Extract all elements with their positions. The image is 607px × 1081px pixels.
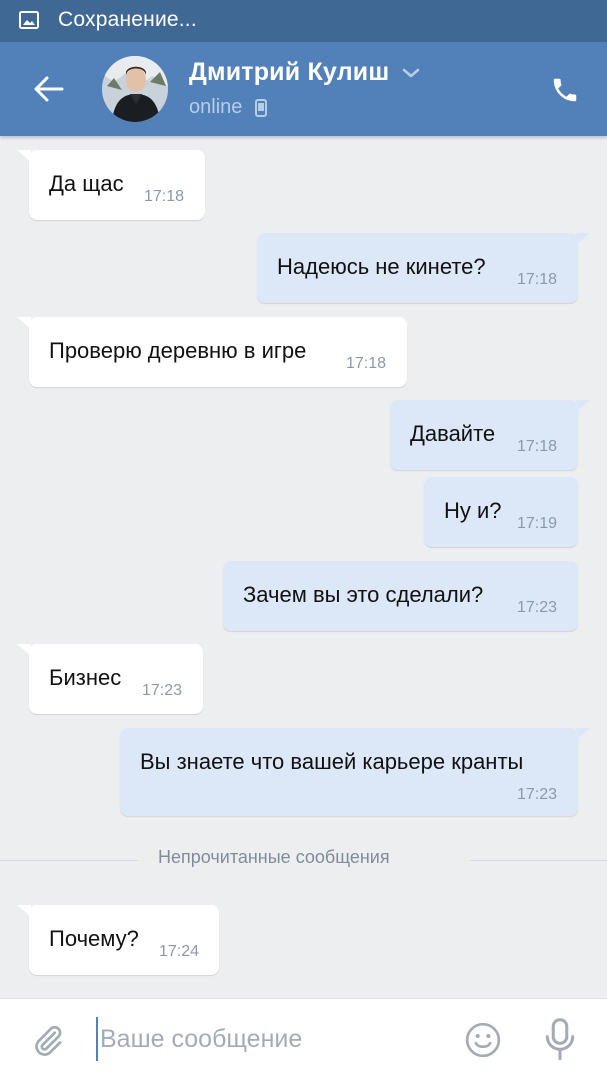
smile-icon <box>465 1022 501 1058</box>
message-time: 17:18 <box>517 438 558 455</box>
message-incoming[interactable]: Бизнес 17:23 <box>17 644 203 714</box>
call-button[interactable] <box>545 70 585 110</box>
arrow-left-icon <box>34 76 64 102</box>
message-outgoing[interactable]: Давайте 17:18 <box>390 400 590 470</box>
unread-divider: Непрочитанные сообщения <box>0 846 607 874</box>
message-text: Проверю деревню в игре <box>49 338 307 363</box>
message-text: Зачем вы это сделали? <box>243 582 484 607</box>
message-outgoing[interactable]: Вы знаете что вашей карьере кранты 17:23 <box>120 728 590 816</box>
message-text: Бизнес <box>49 665 122 690</box>
paperclip-icon <box>35 1025 62 1056</box>
contact-name[interactable]: Дмитрий Кулиш <box>189 58 389 87</box>
message-text: Ну и? <box>444 498 502 523</box>
message-outgoing[interactable]: Зачем вы это сделали? 17:23 <box>223 561 578 631</box>
message-input[interactable] <box>96 1017 450 1061</box>
message-time: 17:18 <box>346 355 387 372</box>
message-text: Да щас <box>49 171 124 196</box>
message-time: 17:23 <box>517 786 558 803</box>
message-time: 17:24 <box>159 943 200 960</box>
unread-divider-label: Непрочитанные сообщения <box>158 847 390 867</box>
message-incoming[interactable]: Почему? 17:24 <box>17 905 219 975</box>
message-outgoing[interactable]: Ну и? 17:19 <box>424 477 578 547</box>
avatar[interactable] <box>102 56 168 122</box>
message-time: 17:23 <box>517 599 558 616</box>
message-incoming[interactable]: Да щас 17:18 <box>17 150 205 220</box>
message-text: Почему? <box>49 926 139 951</box>
phone-icon <box>553 78 577 102</box>
message-text: Вы знаете что вашей карьере кранты <box>140 749 524 774</box>
contact-status: online <box>189 96 243 118</box>
status-bar: Сохранение... <box>0 0 607 42</box>
attach-button[interactable] <box>26 1019 70 1063</box>
message-time: 17:23 <box>142 682 183 699</box>
image-icon <box>19 11 39 29</box>
message-incoming[interactable]: Проверю деревню в игре 17:18 <box>17 317 407 387</box>
message-text: Надеюсь не кинете? <box>277 254 486 279</box>
back-button[interactable] <box>24 64 74 114</box>
message-time: 17:18 <box>144 188 185 205</box>
message-time: 17:19 <box>517 515 558 532</box>
chat-header: Дмитрий Кулиш online <box>0 42 607 136</box>
message-time: 17:18 <box>517 271 558 288</box>
status-bar-text: Сохранение... <box>58 8 197 31</box>
microphone-icon <box>545 1018 575 1061</box>
message-composer <box>0 998 607 1081</box>
message-text: Давайте <box>410 421 496 446</box>
emoji-button[interactable] <box>462 1019 504 1061</box>
chevron-down-icon[interactable] <box>402 66 420 78</box>
mobile-device-icon <box>255 99 267 117</box>
voice-message-button[interactable] <box>540 1017 580 1063</box>
message-outgoing[interactable]: Надеюсь не кинете? 17:18 <box>257 233 590 303</box>
message-list[interactable]: Да щас 17:18 Надеюсь не кинете? 17:18 Пр… <box>0 136 607 998</box>
